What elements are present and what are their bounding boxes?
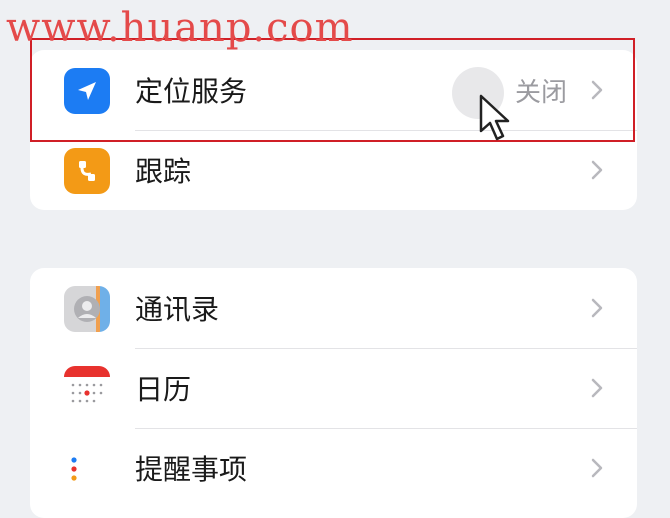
- mouse-cursor-icon: [479, 94, 510, 141]
- row-contacts[interactable]: 通讯录: [30, 268, 637, 348]
- row-label-tracking: 跟踪: [135, 155, 192, 188]
- reminders-icon: [64, 446, 110, 492]
- highlight-annotation-box: [30, 38, 635, 142]
- chevron-right-icon: [591, 160, 603, 180]
- watermark-text: www.huanp.com: [6, 5, 354, 51]
- chevron-right-icon: [591, 458, 603, 478]
- row-label-contacts: 通讯录: [135, 293, 220, 326]
- tracking-icon: [64, 148, 110, 194]
- row-reminders[interactable]: 提醒事项: [30, 428, 637, 508]
- calendar-icon: [64, 366, 110, 412]
- row-tracking[interactable]: 跟踪: [30, 130, 637, 210]
- chevron-right-icon: [591, 378, 603, 398]
- row-label-reminders: 提醒事项: [135, 453, 248, 486]
- contacts-icon: [64, 286, 110, 332]
- privacy-group-data: 通讯录 日历 提醒事项: [30, 268, 637, 518]
- row-label-calendar: 日历: [135, 373, 192, 406]
- row-calendar[interactable]: 日历: [30, 348, 637, 428]
- chevron-right-icon: [591, 298, 603, 318]
